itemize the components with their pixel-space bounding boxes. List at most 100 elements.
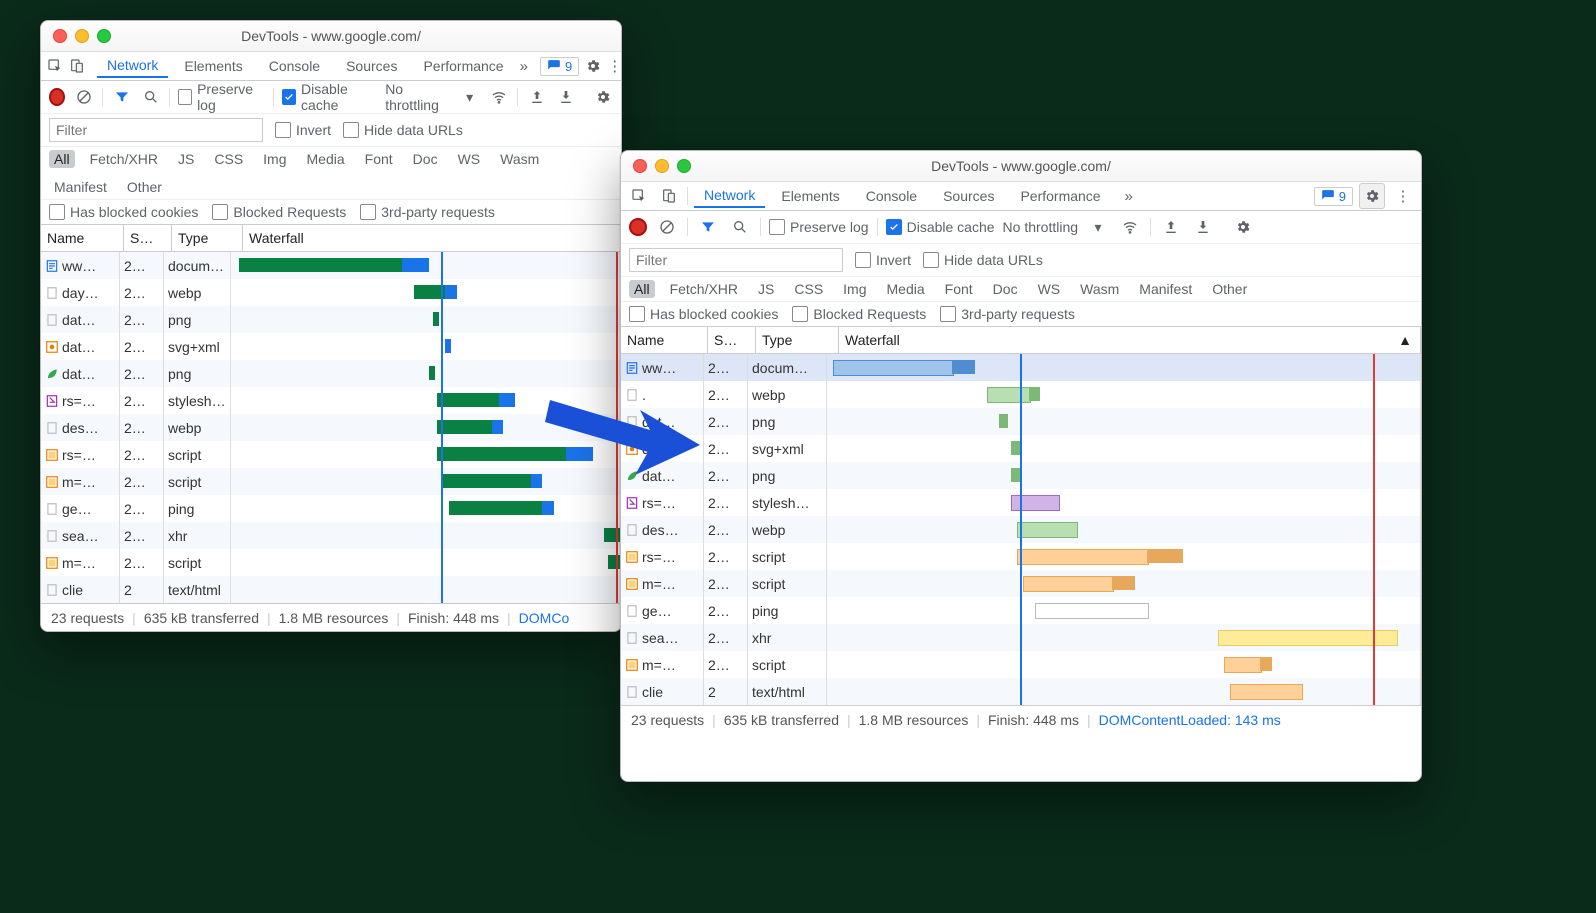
tab-sources[interactable]: Sources [336,55,407,77]
filter-pill-wasm[interactable]: Wasm [495,150,544,168]
table-row[interactable]: sea…2…xhr [621,624,1421,651]
tab-sources[interactable]: Sources [933,185,1004,207]
invert-checkbox[interactable]: Invert [275,122,331,138]
inspect-icon[interactable] [627,184,651,208]
clear-icon[interactable] [655,215,679,239]
table-row[interactable]: rs=…2…stylesh… [41,387,621,414]
filter-pill-manifest[interactable]: Manifest [49,178,112,196]
blocked-requests-checkbox[interactable]: Blocked Requests [792,306,926,322]
filter-pill-doc[interactable]: Doc [408,150,443,168]
table-row[interactable]: day…2…webp [41,279,621,306]
filter-icon[interactable] [111,85,132,109]
chevron-down-icon[interactable]: ▾ [1086,215,1110,239]
filter-pill-js[interactable]: JS [173,150,199,168]
col-name[interactable]: Name [41,225,124,251]
filter-pill-js[interactable]: JS [753,280,779,298]
table-row[interactable]: dat…2…svg+xml [621,435,1421,462]
download-icon[interactable] [555,85,576,109]
table-row[interactable]: ge…2…ping [41,495,621,522]
tab-elements[interactable]: Elements [771,185,849,207]
invert-checkbox[interactable]: Invert [855,252,911,268]
filter-pill-css[interactable]: CSS [789,280,828,298]
table-row[interactable]: des…2…webp [41,414,621,441]
table-row[interactable]: ww…2…docum… [621,354,1421,381]
table-row[interactable]: dat…2…png [621,462,1421,489]
device-icon[interactable] [657,184,681,208]
search-icon[interactable] [728,215,752,239]
tab-performance[interactable]: Performance [413,55,513,77]
clear-icon[interactable] [73,85,94,109]
hide-data-urls-checkbox[interactable]: Hide data URLs [923,252,1043,268]
tab-performance[interactable]: Performance [1010,185,1110,207]
gear-icon[interactable] [1359,183,1385,209]
upload-icon[interactable] [526,85,547,109]
filter-pill-img[interactable]: Img [838,280,871,298]
col-type[interactable]: Type [172,225,243,251]
filter-pill-ws[interactable]: WS [453,150,486,168]
table-row[interactable]: rs=…2…script [41,441,621,468]
wifi-icon[interactable] [488,85,509,109]
filter-pill-ws[interactable]: WS [1033,280,1066,298]
chevron-down-icon[interactable]: ▾ [459,85,480,109]
table-row[interactable]: des…2…webp [621,516,1421,543]
record-button[interactable] [49,88,65,106]
table-row[interactable]: dat…2…png [621,408,1421,435]
col-waterfall[interactable]: Waterfall [243,225,621,251]
minimize-icon[interactable] [655,159,669,173]
table-row[interactable]: ww…2…docum… [41,252,621,279]
more-tabs-icon[interactable]: » [520,54,528,78]
table-row[interactable]: m=…2…script [41,468,621,495]
table-row[interactable]: sea…2…xhr [41,522,621,549]
filter-pill-fetch/xhr[interactable]: Fetch/XHR [665,280,743,298]
col-status[interactable]: S… [708,327,756,353]
table-row[interactable]: m=…2…script [621,570,1421,597]
col-waterfall[interactable]: Waterfall▲ [839,327,1421,353]
inspect-icon[interactable] [47,54,63,78]
kebab-icon[interactable]: ⋮ [607,54,622,78]
more-tabs-icon[interactable]: » [1117,184,1141,208]
filter-pill-other[interactable]: Other [122,178,167,196]
third-party-checkbox[interactable]: 3rd-party requests [940,306,1075,322]
filter-pill-all[interactable]: All [49,150,75,168]
table-row[interactable]: dat…2…png [41,360,621,387]
tab-elements[interactable]: Elements [174,55,252,77]
table-row[interactable]: ge…2…ping [621,597,1421,624]
close-icon[interactable] [633,159,647,173]
upload-icon[interactable] [1159,215,1183,239]
kebab-icon[interactable]: ⋮ [1391,184,1415,208]
table-row[interactable]: .2…webp [621,381,1421,408]
disable-cache-checkbox[interactable]: Disable cache [886,219,995,235]
preserve-log-checkbox[interactable]: Preserve log [769,219,869,235]
table-row[interactable]: m=…2…script [621,651,1421,678]
filter-pill-all[interactable]: All [629,280,655,298]
col-status[interactable]: S… [124,225,172,251]
third-party-checkbox[interactable]: 3rd-party requests [360,204,495,220]
minimize-icon[interactable] [75,29,89,43]
device-icon[interactable] [69,54,85,78]
tab-network[interactable]: Network [97,54,168,78]
table-row[interactable]: clie2text/html [41,576,621,603]
gear-icon[interactable] [585,54,601,78]
filter-pill-css[interactable]: CSS [209,150,248,168]
wifi-icon[interactable] [1118,215,1142,239]
table-row[interactable]: dat…2…svg+xml [41,333,621,360]
filter-pill-img[interactable]: Img [258,150,291,168]
filter-pill-wasm[interactable]: Wasm [1075,280,1124,298]
filter-pill-other[interactable]: Other [1207,280,1252,298]
filter-pill-doc[interactable]: Doc [988,280,1023,298]
table-row[interactable]: m=…2…script [41,549,621,576]
throttling-select[interactable]: No throttling [385,81,451,113]
gear-icon[interactable] [1231,215,1255,239]
preserve-log-checkbox[interactable]: Preserve log [178,81,265,113]
filter-pill-font[interactable]: Font [360,150,398,168]
record-button[interactable] [629,218,647,236]
throttling-select[interactable]: No throttling [1003,219,1078,235]
issues-badge[interactable]: 9 [1314,187,1353,206]
table-row[interactable]: rs=…2…script [621,543,1421,570]
filter-pill-fetch/xhr[interactable]: Fetch/XHR [85,150,163,168]
gear-icon[interactable] [592,85,613,109]
filter-pill-font[interactable]: Font [940,280,978,298]
hide-data-urls-checkbox[interactable]: Hide data URLs [343,122,463,138]
disable-cache-checkbox[interactable]: Disable cache [282,81,377,113]
table-row[interactable]: rs=…2…stylesh… [621,489,1421,516]
